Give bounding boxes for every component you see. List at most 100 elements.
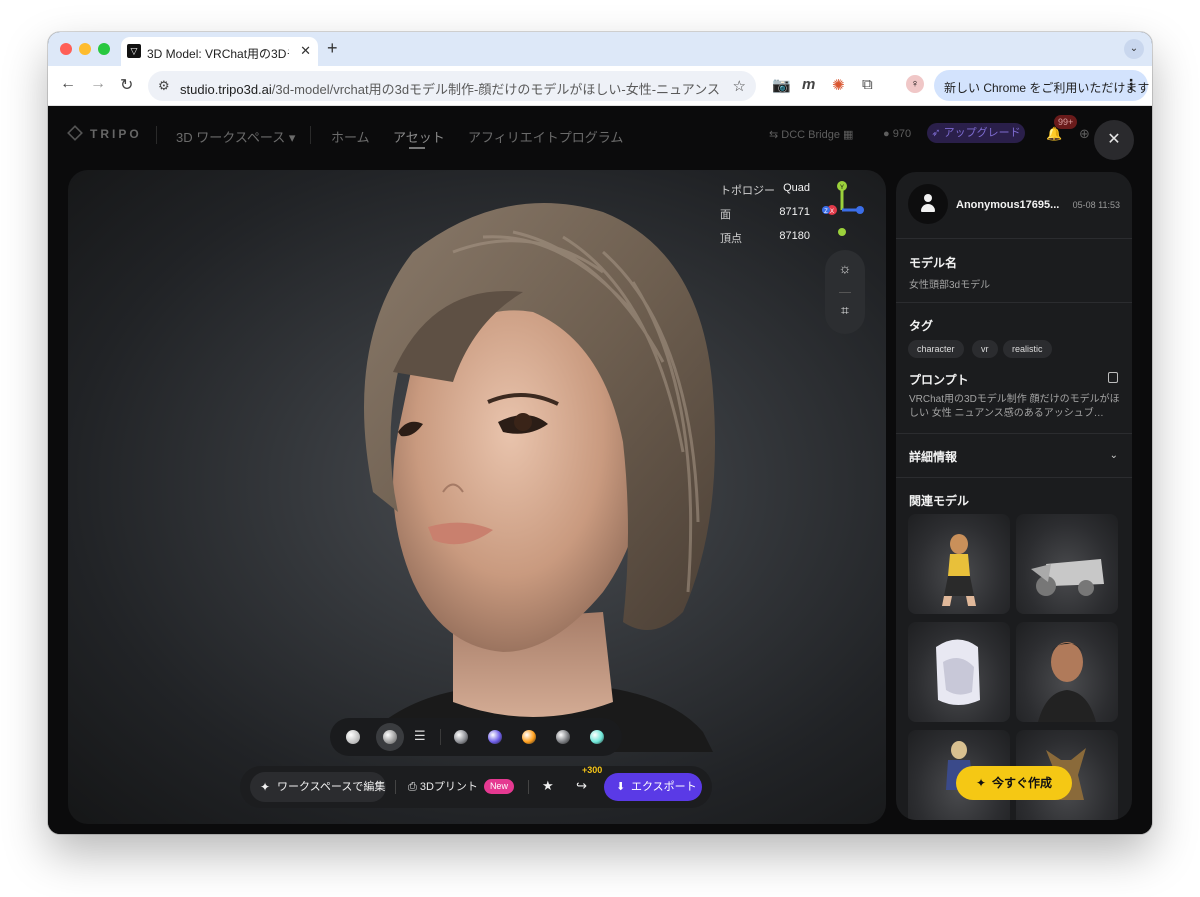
dcc-bridge-button[interactable]: ⇆ DCC Bridge ▦ [769,128,853,141]
top-nav: TRIPO 3D ワークスペース ▾ ホーム アセット アフィリエイトプログラム… [48,106,1152,164]
tool-divider [839,292,851,293]
material-ball-shaded[interactable] [383,730,397,744]
coin-icon: ● [883,128,890,140]
camera-icon[interactable]: 📷 [772,76,791,94]
create-label: 今すぐ作成 [992,776,1053,790]
browser-tab[interactable]: ▽ 3D Model: VRChat用の3Dモデ ✕ [121,37,318,66]
nav-home[interactable]: ホーム [331,127,370,146]
model-info-panel: Anonymous17695... 05-08 11:53 モデル名 女性頭部3… [896,172,1132,820]
new-tab-button[interactable]: + [327,38,338,59]
close-viewer-button[interactable]: ✕ [1094,120,1134,160]
gizmo-y-neg-handle [838,228,846,236]
bookmark-star-icon[interactable]: ☆ [733,77,746,95]
nav-assets[interactable]: アセット [393,127,445,146]
nav-divider [156,126,157,144]
maximize-window-button[interactable] [98,43,110,55]
material-ball-gray[interactable] [454,730,468,744]
axis-gizmo[interactable]: Y X Z [820,180,872,240]
stat-topology: トポロジー Quad [720,182,810,206]
copy-icon[interactable] [1108,372,1118,383]
url-text[interactable]: studio.tripo3d.ai/3d-model/vrchat用の3dモデル… [180,79,720,98]
close-window-button[interactable] [60,43,72,55]
material-ball-teal[interactable] [590,730,604,744]
related-model-thumbnail[interactable] [908,514,1010,614]
stat-vertices: 頂点 87180 [720,230,810,254]
favorite-star-icon[interactable]: ★ [542,778,554,794]
related-model-thumbnail[interactable] [908,622,1010,722]
workspace-label: 3D ワークスペース [176,130,286,145]
details-heading[interactable]: 詳細情報 [909,448,957,465]
printer-icon: ⎙ [408,781,417,793]
left-iris [514,413,532,431]
print-label: 3Dプリント [419,781,478,793]
tag-chip[interactable]: character [908,340,964,358]
tag-chip[interactable]: vr [972,340,998,358]
user-avatar-icon[interactable] [908,184,948,224]
tripo-app: TRIPO 3D ワークスペース ▾ ホーム アセット アフィリエイトプログラム… [48,106,1152,834]
browser-toolbar: ← → ↻ ⚙ studio.tripo3d.ai/3d-model/vrcha… [48,66,1152,106]
viewer-side-tools: ☼ ⌗ [825,250,865,334]
url-path: /3d-model/vrchat用の3dモデル制作-顔だけのモデルがほしい-女性… [271,82,720,97]
gizmo-y-label: Y [840,185,844,191]
model-viewer-canvas[interactable]: トポロジー Quad 面 87171 頂点 87180 Y X Z ☼ ⌗ ☰ … [68,170,886,824]
url-host: studio.tripo3d.ai [180,82,272,97]
nav-affiliate[interactable]: アフィリエイトプログラム [468,127,623,146]
sparkle-icon: ✦ [260,780,271,794]
tags-heading: タグ [909,319,934,333]
material-settings-icon[interactable]: ☰ [414,728,426,744]
tripo-logo[interactable]: TRIPO [67,125,142,141]
site-settings-icon[interactable]: ⚙ [158,78,170,94]
lighting-icon[interactable]: ☼ [825,260,865,276]
address-bar[interactable]: ⚙ studio.tripo3d.ai/3d-model/vrchat用の3dモ… [148,71,756,101]
reload-icon[interactable]: ↻ [120,75,133,95]
minimize-window-button[interactable] [79,43,91,55]
credits-display[interactable]: ● 970 [883,128,911,140]
chrome-update-button[interactable]: 新しい Chrome をご利用いただけます ⋮ [934,70,1149,101]
download-icon: ⬇ [616,781,626,793]
edit-in-workspace-button[interactable]: ✦ ワークスペースで編集 [250,772,386,802]
panel-divider [896,433,1132,434]
extensions-puzzle-icon[interactable]: ⧉ [862,76,873,93]
material-ball-dark[interactable] [556,730,570,744]
tab-close-icon[interactable]: ✕ [300,43,311,59]
stat-label: 頂点 [720,233,742,245]
new-badge: New [483,779,514,794]
model-name-heading: モデル名 [909,256,958,270]
upgrade-button[interactable]: ➶ アップグレード [927,123,1025,143]
logo-text: TRIPO [90,127,142,141]
claude-extension-icon[interactable]: ✺ [832,76,845,94]
related-model-thumbnail[interactable] [1016,622,1118,722]
gizmo-z-label: Z [824,209,828,215]
material-ball-purple[interactable] [488,730,502,744]
3d-print-button[interactable]: ⎙ 3Dプリント New [408,778,514,794]
panel-divider [896,477,1132,478]
material-ball-white[interactable] [346,730,360,744]
back-icon[interactable]: ← [60,75,76,93]
profile-icon[interactable]: ♀ [906,75,924,93]
username[interactable]: Anonymous17695... [956,199,1059,211]
related-models-heading: 関連モデル [909,494,970,508]
action-divider [528,780,529,794]
edit-label: ワークスペースで編集 [277,781,386,793]
grid-settings-icon[interactable]: ⌗ [825,302,865,319]
globe-icon[interactable]: ⊕ [1079,126,1090,142]
chevron-down-icon[interactable]: ⌄ [1110,450,1118,461]
workspace-dropdown[interactable]: 3D ワークスペース ▾ [176,127,295,146]
export-button[interactable]: ⬇ エクスポート [604,773,702,801]
create-now-button[interactable]: ✦ 今すぐ作成 [956,766,1072,800]
tab-title: 3D Model: VRChat用の3Dモデ [147,47,289,61]
tag-chip[interactable]: realistic [1003,340,1052,358]
related-model-thumbnail[interactable] [1016,514,1118,614]
share-icon[interactable]: ↪ [576,778,587,794]
action-divider [395,780,396,794]
tab-search-chevron-icon[interactable]: ⌄ [1124,39,1144,59]
notification-badge: 99+ [1054,115,1078,129]
3d-model-head[interactable] [303,192,723,792]
credits-count: 970 [892,128,912,140]
upgrade-label: アップグレード [943,127,1021,139]
panel-divider [896,238,1132,239]
prompt-text: VRChat用の3Dモデル制作 顔だけのモデルがほしい 女性 ニュアンス感のある… [909,394,1120,419]
material-ball-orange[interactable] [522,730,536,744]
forward-icon[interactable]: → [90,75,106,93]
m-extension-icon[interactable]: m [802,76,815,93]
